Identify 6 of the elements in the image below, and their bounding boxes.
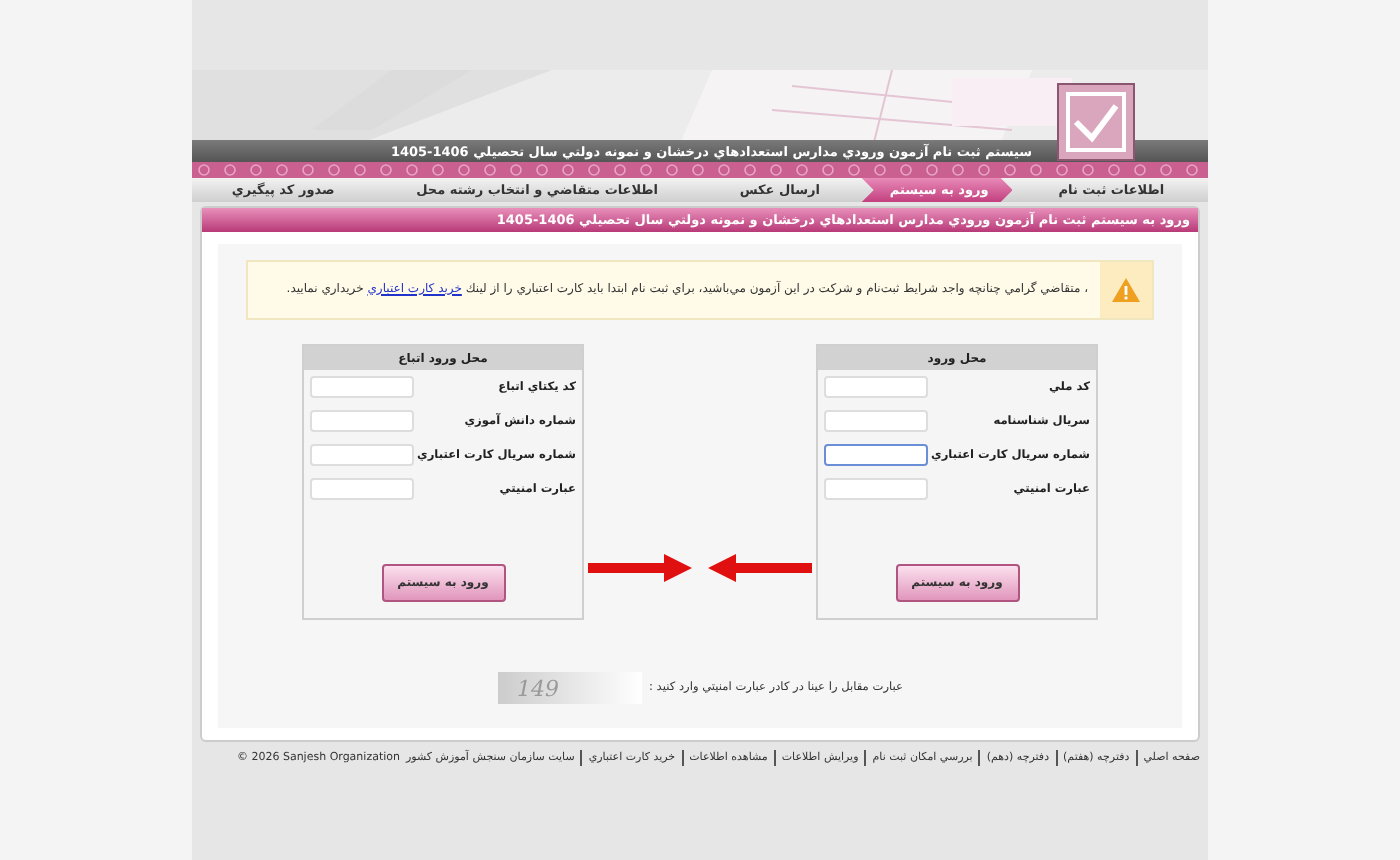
arrow-icon bbox=[704, 552, 816, 584]
arrow-icon bbox=[584, 552, 696, 584]
warning-icon bbox=[1112, 278, 1140, 302]
input-field[interactable] bbox=[824, 444, 928, 466]
logo-icon bbox=[1056, 82, 1136, 162]
captcha-image: 149 bbox=[497, 672, 642, 704]
